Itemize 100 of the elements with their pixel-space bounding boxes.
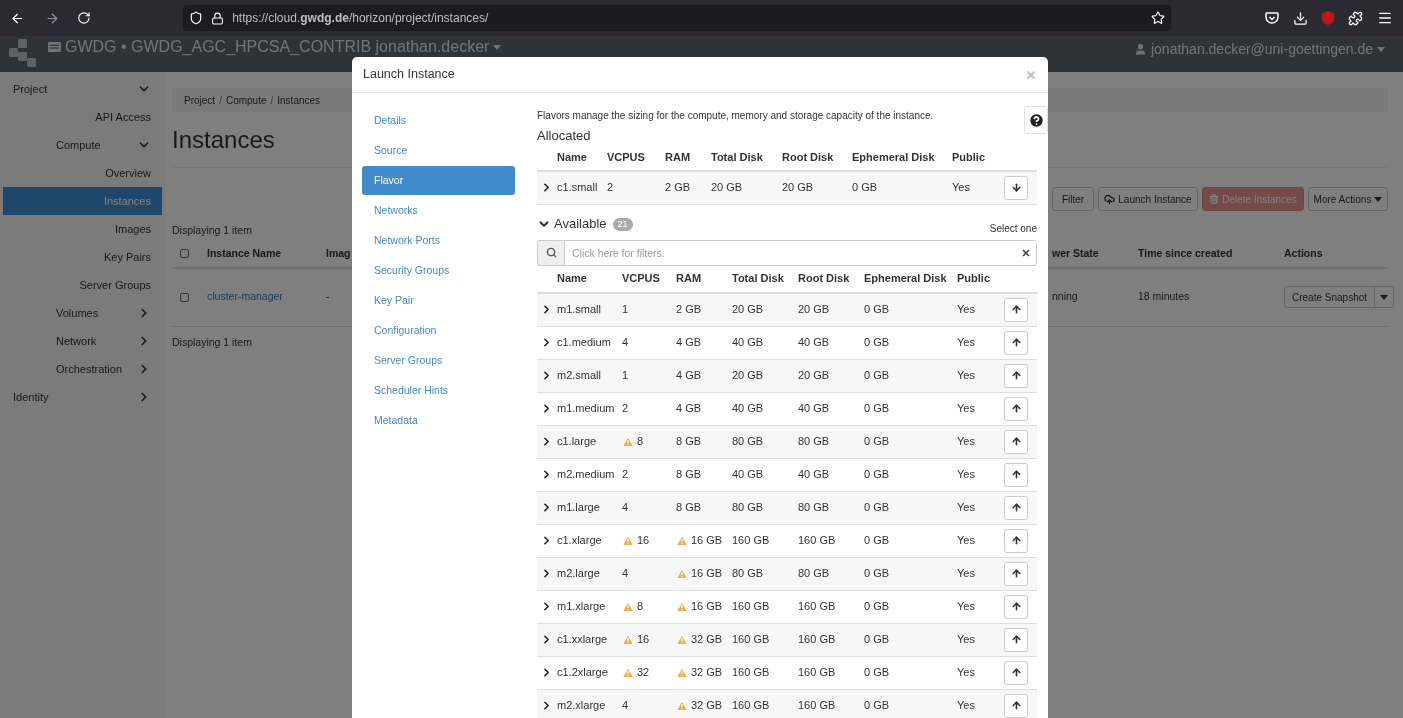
menu-icon[interactable]	[1377, 10, 1393, 26]
logo-icon	[6, 37, 38, 69]
allocate-button[interactable]	[1004, 660, 1028, 685]
breadcrumb-link[interactable]: Project	[184, 92, 216, 108]
sidebar-item[interactable]: Images	[0, 215, 165, 243]
allocate-button[interactable]	[1004, 429, 1028, 454]
item-count: Displaying 1 item	[172, 334, 252, 350]
launch-button[interactable]: Launch Instance	[1098, 187, 1198, 211]
wizard-step[interactable]: Security Groups	[362, 256, 515, 285]
url-text: https://cloud.gwdg.de/horizon/project/instances/	[232, 10, 490, 27]
table-cell-text: 18 minutes	[1138, 289, 1191, 305]
arrow-up-icon	[1010, 601, 1022, 612]
table-cell-text: 4	[622, 500, 629, 516]
table-cell-text: 16 GB	[691, 599, 723, 615]
allocate-button[interactable]	[1004, 495, 1028, 520]
puzzle-icon[interactable]	[1348, 10, 1363, 26]
page-title: Instances	[172, 125, 275, 155]
table-cell-text: Yes	[957, 467, 976, 483]
wizard-step[interactable]: Source	[362, 136, 515, 165]
wizard-step[interactable]: Scheduler Hints	[362, 376, 515, 405]
flavor-name: c1.2xlarge	[557, 665, 609, 681]
wizard-step[interactable]: Configuration	[362, 316, 515, 345]
pocket-icon[interactable]	[1265, 11, 1279, 25]
arrow-up-icon	[1010, 634, 1022, 645]
sidebar-group[interactable]: Project	[13, 80, 48, 98]
table-cell-text: Yes	[957, 599, 976, 615]
table-cell-text: 160 GB	[732, 698, 771, 714]
table-cell-text: 4 GB	[676, 368, 702, 384]
allocate-button[interactable]	[1004, 297, 1028, 322]
table-cell-text: 0 GB	[864, 302, 891, 318]
snapshot-split-button[interactable]: Create Snapshot	[1284, 286, 1395, 309]
flavor-name: c1.xlarge	[557, 533, 603, 549]
table-cell-text: 40 GB	[732, 401, 765, 417]
allocate-button[interactable]	[1004, 528, 1028, 553]
table-cell-text: 40 GB	[732, 467, 765, 483]
allocate-button[interactable]	[1004, 594, 1028, 619]
allocate-button[interactable]	[1004, 462, 1028, 487]
wizard-step[interactable]: Networks	[362, 196, 515, 225]
allocate-button[interactable]	[1004, 693, 1028, 718]
user-menu[interactable]: jonathan.decker@uni-goettingen.de	[1133, 40, 1385, 58]
table-cell-text: Yes	[957, 632, 976, 648]
table-cell-text: 8 GB	[676, 500, 702, 516]
available-toggle[interactable]: Available 21	[537, 214, 633, 234]
breadcrumb-link[interactable]: Compute	[225, 92, 267, 108]
flavor-name: m1.small	[557, 302, 602, 318]
select-all-checkbox[interactable]	[180, 249, 189, 259]
sidebar-group[interactable]: Compute	[56, 136, 101, 154]
caret-icon	[1377, 46, 1385, 52]
project-icon	[48, 42, 61, 52]
dropdown-caret-icon	[1380, 294, 1389, 300]
item-count: Displaying 1 item	[172, 223, 252, 238]
reload-icon[interactable]	[77, 11, 92, 25]
column-header: Root Disk	[798, 271, 851, 287]
sidebar-group[interactable]: Volumes	[56, 304, 99, 322]
help-button[interactable]	[1024, 106, 1048, 134]
wizard-step[interactable]: Server Groups	[362, 346, 515, 375]
clear-icon[interactable]	[1021, 247, 1031, 258]
shield-icon[interactable]	[189, 11, 204, 25]
sidebar-group[interactable]: Orchestration	[56, 360, 123, 378]
allocate-button[interactable]	[1004, 330, 1028, 355]
table-cell-text: 1	[622, 368, 629, 384]
table-cell-text: 80 GB	[798, 500, 831, 516]
address-bar[interactable]: https://cloud.gwdg.de/horizon/project/instances/	[183, 5, 1171, 31]
allocate-button[interactable]	[1004, 363, 1028, 388]
download-icon[interactable]	[1293, 10, 1308, 26]
table-cell-text: Yes	[957, 401, 976, 417]
table-cell-text: Yes	[957, 698, 976, 714]
sidebar-item[interactable]: Instances	[3, 187, 162, 215]
wizard-step[interactable]: Flavor	[362, 166, 515, 195]
row-checkbox[interactable]	[180, 292, 189, 302]
table-cell-text: 80 GB	[798, 566, 831, 582]
sidebar-group[interactable]: Network	[56, 332, 97, 350]
instance-link[interactable]: cluster-manager	[207, 289, 326, 306]
table-cell-text: 0 GB	[864, 368, 891, 384]
allocate-button[interactable]	[1004, 561, 1028, 586]
sidebar-item[interactable]: API Access	[0, 103, 165, 131]
allocate-button[interactable]	[1004, 627, 1028, 652]
table-cell-text: 2	[607, 180, 614, 196]
table-cell-text: 20 GB	[782, 180, 815, 196]
wizard-step[interactable]: Key Pair	[362, 286, 515, 315]
sidebar-item[interactable]: Server Groups	[0, 271, 165, 299]
breadcrumb-link[interactable]: Instances	[277, 92, 321, 108]
deallocate-button[interactable]	[1004, 175, 1028, 200]
sidebar-group[interactable]: Identity	[13, 388, 49, 406]
table-cell-text: 80 GB	[732, 566, 765, 582]
wizard-step[interactable]: Network Ports	[362, 226, 515, 255]
lock-icon[interactable]	[211, 11, 225, 25]
flavor-name: c1.xxlarge	[557, 632, 609, 648]
more-actions-button[interactable]: More Actions	[1308, 187, 1388, 211]
filter-button[interactable]: Filter	[1052, 187, 1094, 211]
bookmark-star-icon[interactable]	[1151, 11, 1165, 25]
sidebar-item[interactable]: Key Pairs	[0, 243, 165, 271]
table-cell-text: 40 GB	[798, 401, 831, 417]
sidebar-item[interactable]: Overview	[0, 159, 165, 187]
wizard-step[interactable]: Details	[362, 106, 515, 135]
wizard-step[interactable]: Metadata	[362, 406, 515, 435]
project-menu[interactable]: GWDG • GWDG_AGC_HPCSA_CONTRIB jonathan.decker	[48, 38, 502, 56]
allocate-button[interactable]	[1004, 396, 1028, 421]
arrow-up-icon	[1010, 403, 1022, 414]
column-header: Total Disk	[732, 271, 785, 287]
